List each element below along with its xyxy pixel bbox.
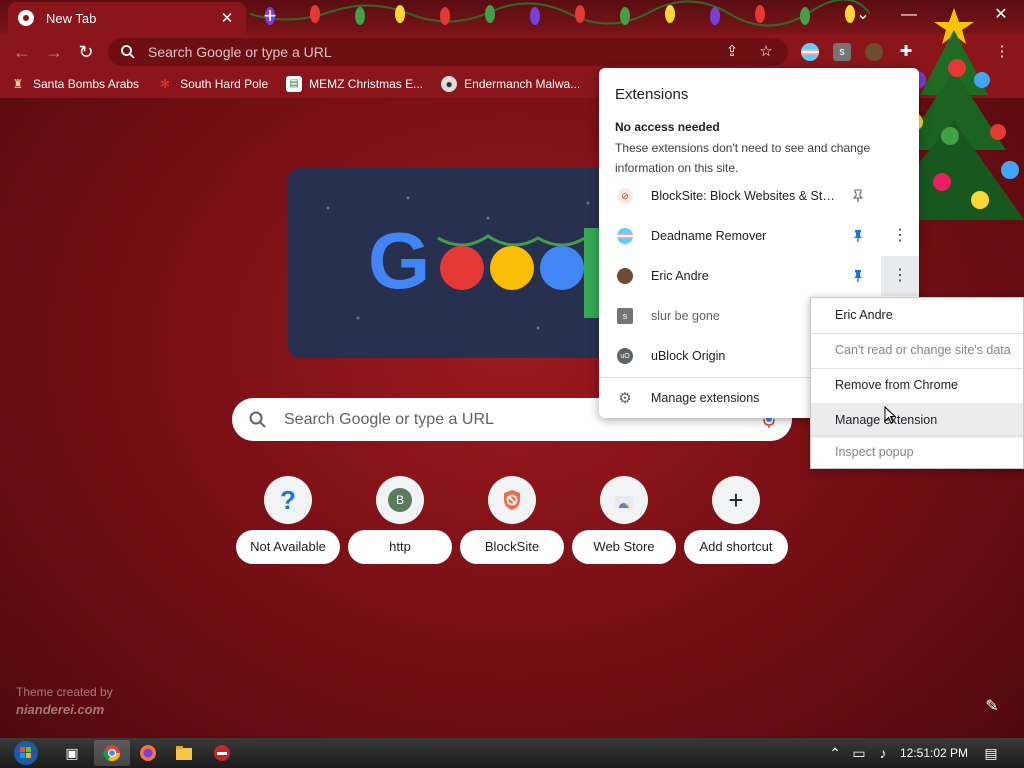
blocksite-icon [488, 476, 536, 524]
webstore-icon [600, 476, 648, 524]
deadname-remover-toolbar-icon[interactable] [801, 43, 819, 61]
extension-name: Deadname Remover [651, 229, 767, 243]
customize-pencil-icon[interactable]: ✎ [980, 696, 1004, 720]
extension-name: BlockSite: Block Websites & Sta... [651, 189, 837, 203]
task-view-icon[interactable]: ▣ [54, 740, 90, 766]
bookmark-star-icon[interactable]: ☆ [756, 42, 776, 62]
shortcut-blocksite[interactable]: BlockSite [460, 476, 564, 566]
slur-be-gone-toolbar-icon[interactable]: s [833, 43, 851, 61]
reload-icon[interactable]: ↻ [74, 40, 98, 64]
taskbar: ▣ ⌃ ▭ ♪ 12:51:02 PM ▤ [0, 738, 1024, 768]
shortcut-label: Add shortcut [684, 530, 788, 564]
share-icon[interactable]: ⇪ [722, 42, 742, 62]
question-icon: ? [264, 476, 312, 524]
extension-more-icon[interactable]: ⋮ [881, 216, 919, 256]
bookmark-label: Endermanch Malwa... [464, 77, 581, 91]
menu-item-site-access: Can't read or change site's data [835, 343, 1011, 357]
chrome-taskbar-icon[interactable] [94, 740, 130, 766]
forward-icon[interactable]: → [42, 40, 66, 64]
extension-more-icon[interactable]: ⋮ [881, 256, 919, 296]
shortcut-label: Not Available [236, 530, 340, 564]
network-icon[interactable]: ▭ [850, 745, 868, 761]
pin-icon[interactable] [851, 189, 865, 203]
bookmark-item[interactable]: ✻ South Hard Pole [157, 76, 268, 92]
tab-new-tab[interactable]: New Tab ✕ [8, 2, 246, 34]
figure-icon: ♜ [12, 77, 24, 91]
bookmark-label: MEMZ Christmas E... [309, 77, 424, 91]
extension-name: Eric Andre [651, 269, 709, 283]
shortcut-http[interactable]: B http [348, 476, 452, 566]
extension-row-deadname-remover[interactable]: Deadname Remover ⋮ [599, 216, 919, 256]
google-doodle[interactable]: G [288, 168, 628, 358]
eric-andre-icon [617, 268, 633, 284]
ublock-origin-icon: uO [617, 348, 633, 364]
bookmark-item[interactable]: ● Endermanch Malwa... [441, 76, 580, 92]
taskbar-clock[interactable]: 12:51:02 PM [900, 746, 968, 760]
shortcut-label: http [348, 530, 452, 564]
bookmark-item[interactable]: ▤ MEMZ Christmas E... [286, 76, 423, 92]
notification-icon[interactable]: ▤ [982, 745, 1000, 761]
chrome-icon [18, 10, 34, 26]
show-hidden-icons-icon[interactable]: ⌃ [826, 745, 844, 761]
gear-icon: ⚙ [618, 390, 632, 407]
menu-item-eric-andre[interactable]: Eric Andre [811, 298, 1023, 333]
pinned-icon[interactable] [851, 269, 865, 283]
theme-credit[interactable]: Theme created by nianderei.com [16, 684, 113, 718]
mouse-cursor-icon [884, 406, 896, 424]
app-taskbar-icon[interactable] [204, 740, 240, 766]
svg-text:G: G [368, 216, 430, 305]
extension-row-blocksite[interactable]: ⊘ BlockSite: Block Websites & Sta... [599, 176, 919, 216]
blocksite-icon: ⊘ [617, 188, 633, 204]
start-button[interactable] [8, 740, 44, 766]
omnibox-placeholder: Search Google or type a URL [148, 44, 332, 60]
bookmark-label: Santa Bombs Arabs [33, 77, 140, 91]
menu-item-remove-from-chrome[interactable]: Remove from Chrome [811, 368, 1023, 403]
no-access-description: These extensions don't need to see and c… [615, 141, 871, 175]
tab-close-icon[interactable]: ✕ [218, 9, 236, 27]
deadname-remover-icon [617, 228, 633, 244]
tab-title: New Tab [46, 10, 97, 26]
shortcut-not-available[interactable]: ? Not Available [236, 476, 340, 566]
shortcut-label: Web Store [572, 530, 676, 564]
shortcut-add[interactable]: + Add shortcut [684, 476, 788, 566]
theme-credit-line: Theme created by [16, 685, 113, 699]
extension-context-menu: Eric Andre Can't read or change site's d… [810, 297, 1024, 469]
slur-be-gone-icon: s [617, 308, 633, 324]
raccoon-icon: ● [441, 76, 458, 92]
extension-row-eric-andre[interactable]: Eric Andre ⋮ [599, 256, 919, 296]
firefox-taskbar-icon[interactable] [130, 740, 166, 766]
pinned-icon[interactable] [851, 229, 865, 243]
extensions-popup-title: Extensions [615, 86, 689, 103]
omnibox[interactable]: Search Google or type a URL ⇪ ☆ [108, 38, 788, 66]
snowflake-icon: ✻ [160, 77, 171, 91]
windows-logo-icon [14, 741, 38, 765]
shortcut-label: BlockSite [460, 530, 564, 564]
search-icon [121, 45, 135, 59]
menu-item-inspect-popup: Inspect popup [835, 445, 914, 459]
file-explorer-icon[interactable] [166, 740, 202, 766]
doodle-artwork: G [326, 196, 610, 330]
bookmark-item[interactable]: ♜ Santa Bombs Arabs [10, 76, 139, 92]
no-access-heading: No access needed [615, 120, 720, 134]
shortcut-web-store[interactable]: Web Store [572, 476, 676, 566]
bookmark-label: South Hard Pole [180, 77, 269, 91]
search-icon [249, 411, 266, 428]
letter-b-icon: B [376, 476, 424, 524]
new-tab-button[interactable]: + [258, 5, 282, 29]
christmas-lights-decoration [250, 0, 870, 27]
volume-icon[interactable]: ♪ [874, 745, 892, 761]
plus-icon: + [712, 476, 760, 524]
menu-item-manage-extension[interactable]: Manage extension [811, 403, 1023, 438]
theme-credit-site: nianderei.com [16, 702, 105, 717]
doc-icon: ▤ [286, 76, 303, 92]
back-icon[interactable]: ← [10, 40, 34, 64]
